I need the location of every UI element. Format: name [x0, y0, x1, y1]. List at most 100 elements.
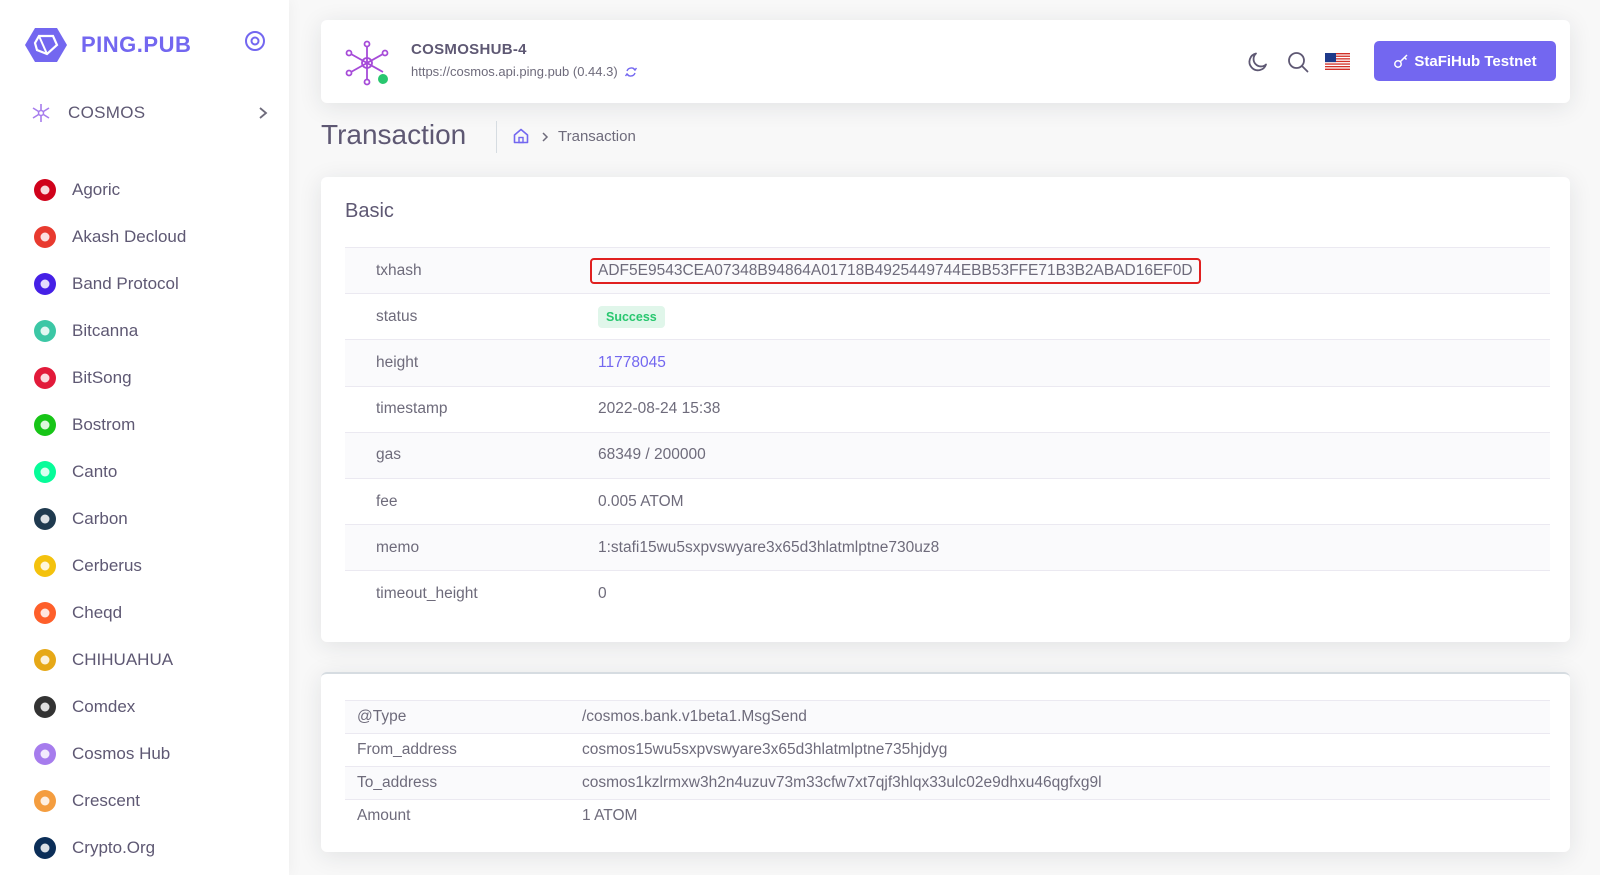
breadcrumb-current: Transaction — [558, 128, 636, 145]
chain-name: COSMOSHUB-4 — [411, 41, 527, 58]
cosmos-network-icon — [32, 104, 50, 122]
txhash-value: ADF5E9543CEA07348B94864A01718B4925449744… — [590, 257, 1201, 284]
sidebar: PING.PUB COSMOS Agoric Akash Decloud Band … — [0, 0, 289, 875]
nav-group-cosmos[interactable]: COSMOS — [30, 100, 270, 126]
sidebar-chain-label: CHIHUAHUA — [72, 649, 174, 669]
sidebar-chain-item[interactable]: Comdex — [30, 683, 270, 730]
row-key: timestamp — [376, 400, 448, 418]
sidebar-chain-item[interactable]: Bitcanna — [30, 307, 270, 354]
row-key: txhash — [376, 261, 422, 279]
us-flag-icon[interactable] — [1325, 53, 1350, 70]
fee-value: 0.005 ATOM — [598, 492, 684, 510]
sidebar-chain-item[interactable]: Band Protocol — [30, 260, 270, 307]
sidebar-chain-item[interactable]: Bostrom — [30, 401, 270, 448]
brand[interactable]: PING.PUB — [25, 25, 191, 65]
sidebar-chain-item[interactable]: Canto — [30, 448, 270, 495]
table-row: gas 68349 / 200000 — [345, 432, 1550, 479]
sidebar-chain-item[interactable]: Cosmos Hub — [30, 730, 270, 777]
akash-icon — [30, 222, 60, 252]
refresh-icon[interactable] — [624, 65, 638, 79]
sidebar-chain-item[interactable]: CHIHUAHUA — [30, 636, 270, 683]
message-card: @Type/cosmos.bank.v1beta1.MsgSend From_ad… — [321, 672, 1570, 852]
table-row: Amount 1 ATOM — [345, 799, 1550, 833]
row-key: gas — [376, 446, 401, 464]
comdex-icon — [30, 692, 60, 722]
table-row: timestamp 2022-08-24 15:38 — [345, 386, 1550, 432]
crescent-icon — [30, 786, 60, 816]
timestamp-value: 2022-08-24 15:38 — [598, 400, 721, 418]
basic-table: txhash ADF5E9543CEA07348B94864A01718B492… — [345, 247, 1550, 617]
sidebar-chain-item[interactable]: Cerberus — [30, 542, 270, 589]
height-link[interactable]: 11778045 — [598, 354, 666, 371]
agoric-icon — [30, 175, 60, 205]
chain-api-endpoint[interactable]: https://cosmos.api.ping.pub (0.44.3) — [411, 64, 638, 79]
chain-api-url: https://cosmos.api.ping.pub (0.44.3) — [411, 64, 618, 79]
sidebar-chain-label: Akash Decloud — [72, 226, 187, 246]
table-row: status Success — [345, 293, 1550, 340]
sidebar-chain-item[interactable]: Cheqd — [30, 589, 270, 636]
nav-group-label: COSMOS — [68, 103, 146, 122]
row-value: 1 ATOM — [582, 807, 638, 825]
crypto-org-icon — [30, 833, 60, 863]
bitsong-icon — [30, 363, 60, 393]
row-key: memo — [376, 538, 420, 556]
sidebar-chain-label: Bitcanna — [72, 320, 139, 340]
chevron-right-icon — [259, 107, 268, 119]
chain-list: Agoric Akash Decloud Band Protocol Bitcanna… — [30, 166, 270, 871]
breadcrumb-divider — [496, 121, 497, 153]
cerberus-icon — [30, 551, 60, 581]
canto-icon — [30, 457, 60, 487]
message-table: @Type/cosmos.bank.v1beta1.MsgSend From_ad… — [345, 700, 1550, 833]
row-key: To_address — [357, 774, 438, 791]
sidebar-chain-label: Cosmos Hub — [72, 743, 171, 763]
home-icon[interactable] — [512, 127, 530, 145]
sidebar-chain-label: Bostrom — [72, 414, 136, 434]
sidebar-chain-item[interactable]: Carbon — [30, 495, 270, 542]
moon-icon[interactable] — [1246, 50, 1270, 74]
sidebar-chain-item[interactable]: BitSong — [30, 354, 270, 401]
sidebar-chain-label: BitSong — [72, 367, 132, 387]
row-key: height — [376, 353, 419, 371]
row-key: fee — [376, 492, 398, 510]
table-row: txhash ADF5E9543CEA07348B94864A01718B492… — [345, 247, 1550, 294]
table-row: height 11778045 — [345, 339, 1550, 387]
sidebar-chain-label: Crescent — [72, 790, 141, 810]
row-value: cosmos15wu5sxpvswyare3x65d3hlatmlptne735… — [582, 741, 948, 758]
connect-wallet-button[interactable]: StaFiHub Testnet — [1374, 41, 1556, 81]
wallet-label: StaFiHub Testnet — [1414, 52, 1537, 70]
table-row: fee 0.005 ATOM — [345, 478, 1550, 524]
chevron-right-icon — [542, 132, 549, 142]
sidebar-chain-item[interactable]: Crypto.Org — [30, 824, 270, 871]
row-key: @Type — [357, 708, 407, 725]
sidebar-chain-label: Cheqd — [72, 602, 123, 622]
table-row: timeout_height 0 — [345, 570, 1550, 617]
sidebar-chain-label: Comdex — [72, 696, 136, 716]
chihuahua-icon — [30, 645, 60, 675]
table-row: To_address cosmos1kzlrmxw3h2n4uzuv73m33cf… — [345, 766, 1550, 800]
cosmos-hub-icon — [30, 739, 60, 769]
sidebar-chain-label: Band Protocol — [72, 273, 179, 293]
status-badge: Success — [598, 305, 665, 328]
row-value: /cosmos.bank.v1beta1.MsgSend — [582, 708, 807, 725]
timeout-height-value: 0 — [598, 585, 607, 603]
row-value: cosmos1kzlrmxw3h2n4uzuv73m33cfw7xt7qjf3h… — [582, 774, 1102, 791]
page-title: Transaction — [321, 119, 467, 150]
basic-card: Basic txhash ADF5E9543CEA07348B94864A017… — [321, 177, 1570, 642]
memo-value: 1:stafi15wu5sxpvswyare3x65d3hlatmlptne73… — [598, 538, 940, 556]
navbar: COSMOSHUB-4 https://cosmos.api.ping.pub … — [321, 20, 1570, 103]
search-icon[interactable] — [1286, 50, 1310, 74]
bostrom-icon — [30, 410, 60, 440]
table-row: From_address cosmos15wu5sxpvswyare3x65d3h… — [345, 733, 1550, 767]
sidebar-chain-item[interactable]: Akash Decloud — [30, 213, 270, 260]
row-key: From_address — [357, 741, 457, 758]
table-row: memo 1:stafi15wu5sxpvswyare3x65d3hlatmlp… — [345, 524, 1550, 571]
sidebar-chain-item[interactable]: Agoric — [30, 166, 270, 213]
bitcanna-icon — [30, 316, 60, 346]
collapse-sidebar-icon[interactable] — [244, 30, 266, 52]
sidebar-chain-label: Agoric — [72, 179, 121, 199]
ping-pub-logo-icon — [25, 28, 67, 62]
sidebar-chain-item[interactable]: Crescent — [30, 777, 270, 824]
sidebar-chain-label: Canto — [72, 461, 118, 481]
brand-name: PING.PUB — [81, 32, 192, 57]
carbon-icon — [30, 504, 60, 534]
